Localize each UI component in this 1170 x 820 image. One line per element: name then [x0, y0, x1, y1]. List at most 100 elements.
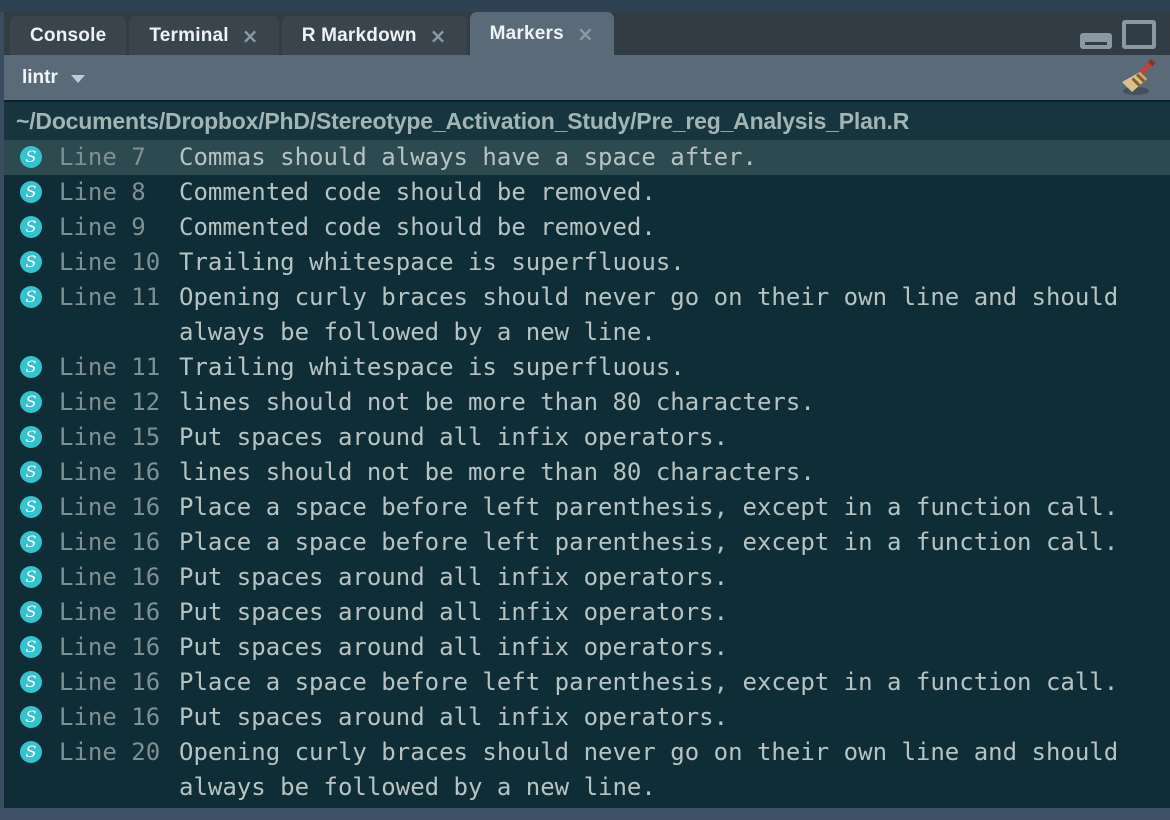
marker-icon-cell: S: [4, 595, 59, 623]
marker-row[interactable]: S Line 15 Put spaces around all infix op…: [4, 420, 1170, 455]
maximize-pane-button[interactable]: [1122, 20, 1156, 49]
tab-label: Console: [30, 25, 106, 47]
style-marker-icon: S: [20, 636, 42, 658]
tab-terminal[interactable]: Terminal ×: [129, 16, 278, 55]
style-marker-icon: S: [20, 251, 42, 273]
marker-icon-cell: S: [4, 455, 59, 483]
marker-line-number: Line 16: [59, 595, 179, 630]
pane-window-controls: [1080, 20, 1156, 49]
marker-line-number: Line 11: [59, 280, 179, 315]
marker-line-number: Line 16: [59, 490, 179, 525]
marker-row[interactable]: S Line 16 Place a space before left pare…: [4, 525, 1170, 560]
marker-icon-cell: S: [4, 385, 59, 413]
marker-message: Put spaces around all infix operators.: [179, 630, 1170, 665]
style-marker-icon: S: [20, 496, 42, 518]
marker-row[interactable]: S Line 16 Put spaces around all infix op…: [4, 630, 1170, 665]
marker-source-dropdown[interactable]: lintr: [14, 63, 93, 93]
style-marker-icon: S: [20, 146, 42, 168]
marker-icon-cell: S: [4, 175, 59, 203]
marker-message: Trailing whitespace is superfluous.: [179, 245, 1170, 280]
marker-message: lines should not be more than 80 charact…: [179, 385, 1170, 420]
style-marker-icon: S: [20, 391, 42, 413]
marker-file-path: ~/Documents/Dropbox/PhD/Stereotype_Activ…: [4, 100, 1170, 140]
marker-message: lines should not be more than 80 charact…: [179, 455, 1170, 490]
marker-line-number: Line 16: [59, 665, 179, 700]
marker-row[interactable]: S Line 16 Place a space before left pare…: [4, 490, 1170, 525]
window-top-edge: [0, 0, 1170, 12]
marker-icon-cell: S: [4, 420, 59, 448]
style-marker-icon: S: [20, 531, 42, 553]
marker-icon-cell: S: [4, 665, 59, 693]
marker-row[interactable]: S Line 11 Opening curly braces should ne…: [4, 280, 1170, 350]
tab-label: Terminal: [149, 25, 228, 47]
clear-markers-button[interactable]: [1116, 58, 1158, 98]
marker-row[interactable]: S Line 12 lines should not be more than …: [4, 385, 1170, 420]
marker-row[interactable]: S Line 10 Trailing whitespace is superfl…: [4, 245, 1170, 280]
marker-row[interactable]: S Line 16 Place a space before left pare…: [4, 665, 1170, 700]
marker-message: Opening curly braces should never go on …: [179, 735, 1170, 805]
tab-r-markdown[interactable]: R Markdown ×: [282, 16, 467, 55]
tab-console[interactable]: Console: [10, 16, 126, 55]
marker-row[interactable]: S Line 16 Put spaces around all infix op…: [4, 595, 1170, 630]
marker-icon-cell: S: [4, 700, 59, 728]
marker-message: Commented code should be removed.: [179, 210, 1170, 245]
marker-line-number: Line 15: [59, 420, 179, 455]
close-icon[interactable]: ×: [430, 26, 447, 46]
marker-message: Commas should always have a space after.: [179, 140, 1170, 175]
tab-markers[interactable]: Markers ×: [470, 12, 614, 55]
broom-icon: [1117, 58, 1157, 98]
marker-line-number: Line 8: [59, 175, 179, 210]
style-marker-icon: S: [20, 286, 42, 308]
marker-line-number: Line 7: [59, 140, 179, 175]
tab-label: Markers: [490, 23, 564, 45]
close-icon[interactable]: ×: [242, 26, 259, 46]
marker-source-label: lintr: [22, 67, 58, 89]
marker-icon-cell: S: [4, 140, 59, 168]
marker-message: Place a space before left parenthesis, e…: [179, 525, 1170, 560]
marker-line-number: Line 11: [59, 350, 179, 385]
marker-message: Put spaces around all infix operators.: [179, 700, 1170, 735]
style-marker-icon: S: [20, 216, 42, 238]
marker-icon-cell: S: [4, 525, 59, 553]
marker-line-number: Line 20: [59, 735, 179, 770]
marker-icon-cell: S: [4, 210, 59, 238]
marker-row[interactable]: S Line 8 Commented code should be remove…: [4, 175, 1170, 210]
style-marker-icon: S: [20, 671, 42, 693]
marker-line-number: Line 10: [59, 245, 179, 280]
minimize-pane-button[interactable]: [1080, 33, 1112, 49]
marker-message: Put spaces around all infix operators.: [179, 420, 1170, 455]
marker-row[interactable]: S Line 7 Commas should always have a spa…: [4, 140, 1170, 175]
marker-line-number: Line 12: [59, 385, 179, 420]
marker-row[interactable]: S Line 16 Put spaces around all infix op…: [4, 700, 1170, 735]
marker-message: Opening curly braces should never go on …: [179, 280, 1170, 350]
marker-row[interactable]: S Line 16 Put spaces around all infix op…: [4, 560, 1170, 595]
marker-line-number: Line 16: [59, 525, 179, 560]
marker-row[interactable]: S Line 11 Trailing whitespace is superfl…: [4, 350, 1170, 385]
file-path-text: ~/Documents/Dropbox/PhD/Stereotype_Activ…: [16, 108, 909, 135]
marker-list: S Line 7 Commas should always have a spa…: [4, 140, 1170, 808]
marker-message: Put spaces around all infix operators.: [179, 560, 1170, 595]
style-marker-icon: S: [20, 181, 42, 203]
marker-row[interactable]: S Line 16 lines should not be more than …: [4, 455, 1170, 490]
marker-icon-cell: S: [4, 630, 59, 658]
style-marker-icon: S: [20, 741, 42, 763]
marker-icon-cell: S: [4, 735, 59, 763]
marker-line-number: Line 16: [59, 700, 179, 735]
chevron-down-icon: [71, 75, 85, 83]
marker-row[interactable]: S Line 9 Commented code should be remove…: [4, 210, 1170, 245]
marker-line-number: Line 16: [59, 560, 179, 595]
close-icon[interactable]: ×: [577, 24, 594, 44]
marker-icon-cell: S: [4, 490, 59, 518]
marker-icon-cell: S: [4, 280, 59, 308]
style-marker-icon: S: [20, 461, 42, 483]
marker-message: Put spaces around all infix operators.: [179, 595, 1170, 630]
style-marker-icon: S: [20, 601, 42, 623]
marker-icon-cell: S: [4, 350, 59, 378]
marker-row[interactable]: S Line 20 Opening curly braces should ne…: [4, 735, 1170, 805]
marker-line-number: Line 16: [59, 455, 179, 490]
style-marker-icon: S: [20, 566, 42, 588]
markers-toolbar: lintr: [4, 55, 1170, 100]
marker-line-number: Line 16: [59, 630, 179, 665]
style-marker-icon: S: [20, 356, 42, 378]
pane-tab-bar: Console Terminal × R Markdown × Markers …: [4, 12, 1170, 55]
